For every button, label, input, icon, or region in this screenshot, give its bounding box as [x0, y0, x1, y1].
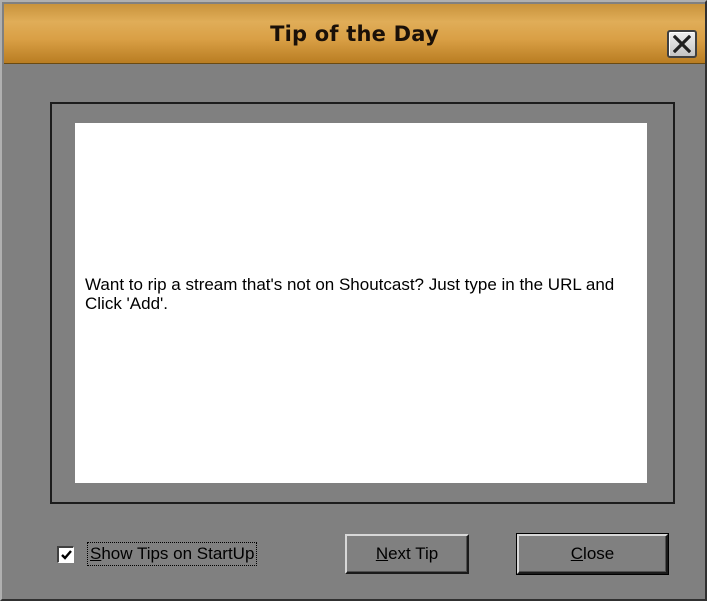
next-tip-button[interactable]: Next Tip [345, 534, 469, 574]
window-title: Tip of the Day [270, 22, 439, 46]
tip-text: Want to rip a stream that's not on Shout… [85, 275, 615, 313]
next-tip-label: ext Tip [388, 544, 439, 563]
close-accel: C [570, 544, 584, 563]
close-label: lose [583, 544, 615, 563]
show-tips-checkbox[interactable] [57, 545, 74, 563]
show-tips-on-startup[interactable]: Show Tips on StartUp [57, 541, 258, 567]
show-tips-accel: S [90, 544, 102, 563]
close-window-button[interactable] [667, 30, 697, 58]
checkmark-icon [61, 549, 72, 560]
title-bar[interactable]: Tip of the Day [4, 4, 705, 64]
show-tips-label-text: how Tips on StartUp [101, 544, 255, 563]
next-tip-accel: N [375, 544, 389, 563]
close-x-icon [673, 35, 691, 53]
close-button[interactable]: Close [516, 533, 669, 575]
tip-of-the-day-dialog: Tip of the Day Want to rip a stream that… [0, 0, 707, 601]
show-tips-label[interactable]: Show Tips on StartUp [87, 542, 258, 566]
